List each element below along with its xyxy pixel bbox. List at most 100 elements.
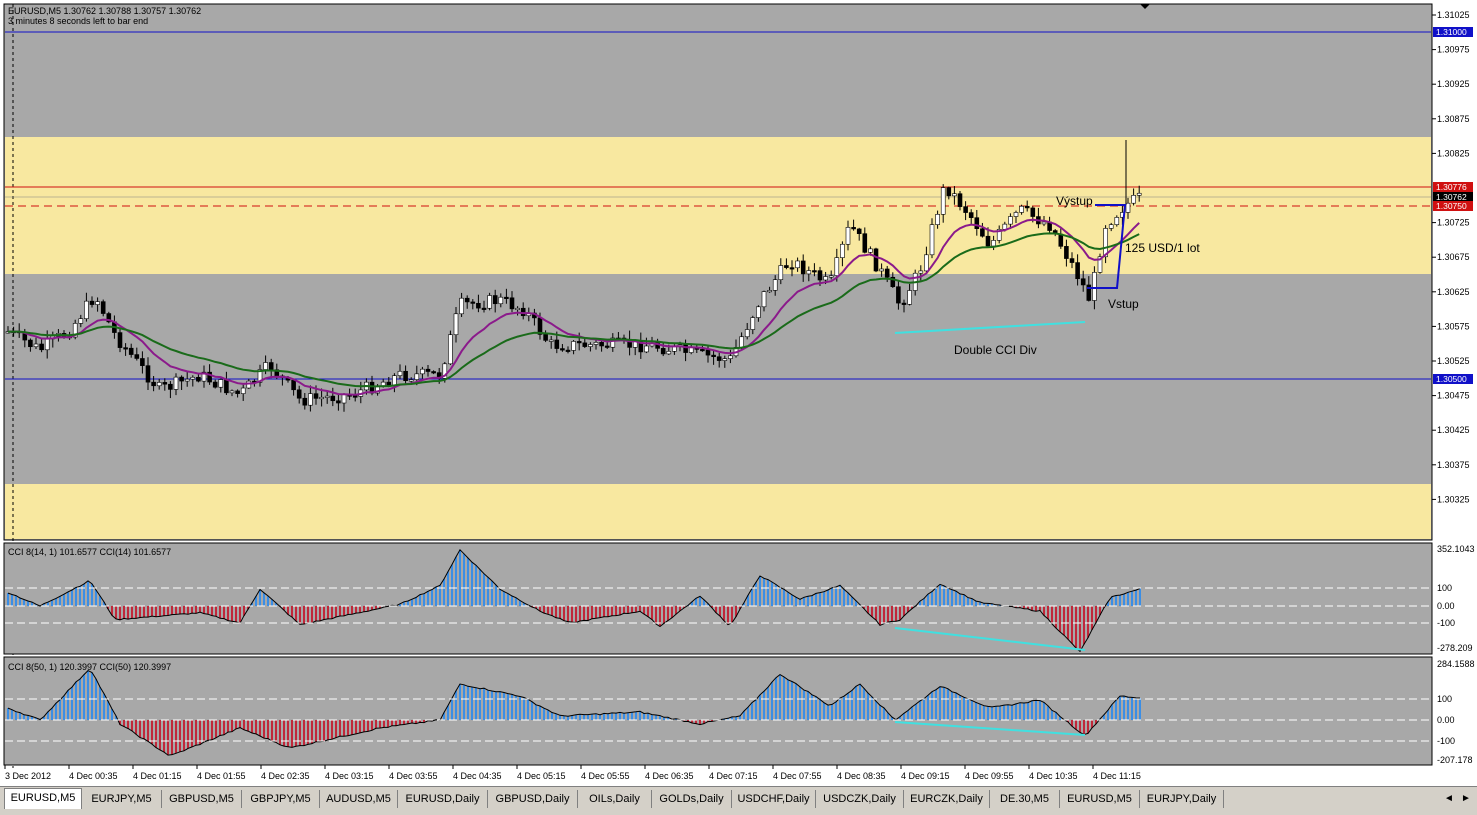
price-label: 1.30875 [1437, 114, 1470, 124]
time-label: 4 Dec 01:55 [197, 771, 246, 781]
candle-bear [716, 356, 722, 361]
time-label: 4 Dec 06:35 [645, 771, 694, 781]
candle-bear [509, 297, 515, 310]
tab-golds-daily[interactable]: GOLDs,Daily [652, 790, 732, 808]
candle-bear [1030, 207, 1036, 217]
candle-bull [929, 224, 935, 256]
candle-bull [308, 393, 313, 406]
candle-bear [560, 348, 565, 351]
candle-bull [1125, 202, 1131, 213]
candle-bear [235, 390, 240, 394]
cci50-scale: 284.1588 100 0.00 -100 -207.178 [1437, 659, 1475, 765]
candle-bull [487, 295, 492, 309]
tab-eurusd-m5[interactable]: EURUSD,M5 [1060, 790, 1140, 808]
candle-bull [571, 341, 576, 351]
candle-bear [1024, 205, 1030, 209]
tab-eurjpy-m5[interactable]: EURJPY,M5 [82, 790, 162, 808]
candle-bull [722, 358, 728, 361]
candle-bear [968, 212, 974, 218]
cci50-panel[interactable] [3, 656, 1433, 766]
time-label: 4 Dec 05:15 [517, 771, 566, 781]
tab-audusd-m5[interactable]: AUDUSD,M5 [320, 790, 398, 808]
time-label: 4 Dec 09:55 [965, 771, 1014, 781]
price-label: 1.30375 [1437, 460, 1470, 470]
time-scale[interactable]: 3 Dec 2012 4 Dec 00:35 4 Dec 01:15 4 Dec 01… [4, 765, 1141, 781]
candle-bull [420, 368, 425, 375]
candle-bull [448, 334, 453, 365]
price-scale[interactable]: 1.31025 1.30975 1.30925 1.30875 1.30825 1.307… [1432, 10, 1470, 504]
candle-bear [296, 389, 302, 399]
candle-bull [173, 376, 179, 390]
chart-canvas[interactable]: Výstup 125 USD/1 lot Vstup Double CCI Di… [0, 0, 1477, 786]
price-label: 1.30425 [1437, 425, 1470, 435]
price-label: 1.30725 [1437, 218, 1470, 228]
candle-bear [330, 395, 336, 402]
price-tag-text-top: 1.31000 [1436, 27, 1467, 37]
candle-bear [492, 295, 498, 305]
chart-header: EURUSD,M5 1.30762 1.30788 1.30757 1.3076… [8, 6, 201, 16]
tab-eurczk-daily[interactable]: EURCZK,Daily [904, 790, 990, 808]
chart-window[interactable]: Výstup 125 USD/1 lot Vstup Double CCI Di… [0, 0, 1477, 786]
time-label: 4 Dec 02:35 [261, 771, 310, 781]
price-tag-text-bottom: 1.30500 [1436, 374, 1467, 384]
candle-bear [336, 400, 341, 404]
time-label: 4 Dec 05:55 [581, 771, 630, 781]
candle-bear [896, 286, 901, 304]
candle-bear [162, 382, 168, 385]
candle-bull [1136, 192, 1142, 196]
candle-bear [89, 300, 95, 305]
candle-bull [548, 339, 554, 342]
tab-oils-daily[interactable]: OILs,Daily [578, 790, 652, 808]
tab-eurusd-m5[interactable]: EURUSD,M5 [4, 788, 82, 809]
cci14-panel[interactable] [3, 542, 1433, 655]
chart-tabs-bar: EURUSD,M5 EURJPY,M5 GBPUSD,M5 GBPJPY,M5 AUDU… [0, 786, 1477, 815]
tab-gbpjpy-m5[interactable]: GBPJPY,M5 [242, 790, 320, 808]
tab-gbpusd-daily[interactable]: GBPUSD,Daily [488, 790, 578, 808]
time-label: 4 Dec 04:35 [453, 771, 502, 781]
candle-bull [795, 260, 800, 269]
candle-bull [940, 187, 946, 215]
tab-eurjpy-daily[interactable]: EURJPY,Daily [1140, 790, 1224, 808]
candle-bear [151, 381, 156, 387]
candle-bear [554, 339, 560, 349]
time-label: 4 Dec 08:35 [837, 771, 886, 781]
tab-usdchf-daily[interactable]: USDCHF,Daily [732, 790, 816, 808]
candle-bear [28, 339, 33, 348]
candle-bull [459, 297, 464, 315]
annotation-vstup[interactable]: Vstup [1108, 297, 1139, 311]
candle-bull [515, 307, 520, 311]
candle-bear [100, 301, 106, 314]
annotation-vystup[interactable]: Výstup [1056, 194, 1093, 208]
price-label: 1.30625 [1437, 287, 1470, 297]
tab-usdczk-daily[interactable]: USDCZK,Daily [816, 790, 904, 808]
candle-bear [901, 302, 907, 305]
candle-bear [817, 270, 823, 281]
cci-scale-label: -100 [1437, 736, 1455, 746]
candle-bull [666, 351, 672, 355]
candle-bear [985, 235, 991, 247]
candle-bear [268, 362, 274, 371]
candle-bear [1064, 246, 1069, 259]
time-label: 4 Dec 03:15 [325, 771, 374, 781]
annotation-double-cci-div[interactable]: Double CCI Div [954, 343, 1037, 357]
candle-bull [952, 193, 957, 197]
candle-bear [884, 268, 890, 278]
candle-bear [134, 354, 140, 359]
candle-bear [599, 342, 604, 347]
tabs-scroll-right-icon[interactable]: ► [1458, 790, 1474, 808]
cci-scale-label: 0.00 [1437, 715, 1455, 725]
tab-eurusd-daily[interactable]: EURUSD,Daily [398, 790, 488, 808]
annotation-profit[interactable]: 125 USD/1 lot [1125, 241, 1200, 255]
tab-gbpusd-m5[interactable]: GBPUSD,M5 [162, 790, 242, 808]
price-label: 1.30975 [1437, 45, 1470, 55]
tabs-scroll-left-icon[interactable]: ◄ [1441, 790, 1457, 808]
candle-bear [1069, 258, 1075, 263]
cci-scale-label: 100 [1437, 694, 1452, 704]
candle-bull [218, 379, 224, 388]
cci14-scale: 352.1043 100 0.00 -100 -278.209 [1437, 544, 1475, 653]
candle-bear [851, 227, 856, 230]
tab-de-30-m5[interactable]: DE.30,M5 [990, 790, 1060, 808]
candle-bull [1041, 221, 1047, 225]
candle-bull [778, 265, 784, 280]
cci14-header: CCI 8(14, 1) 101.6577 CCI(14) 101.6577 [8, 547, 171, 557]
